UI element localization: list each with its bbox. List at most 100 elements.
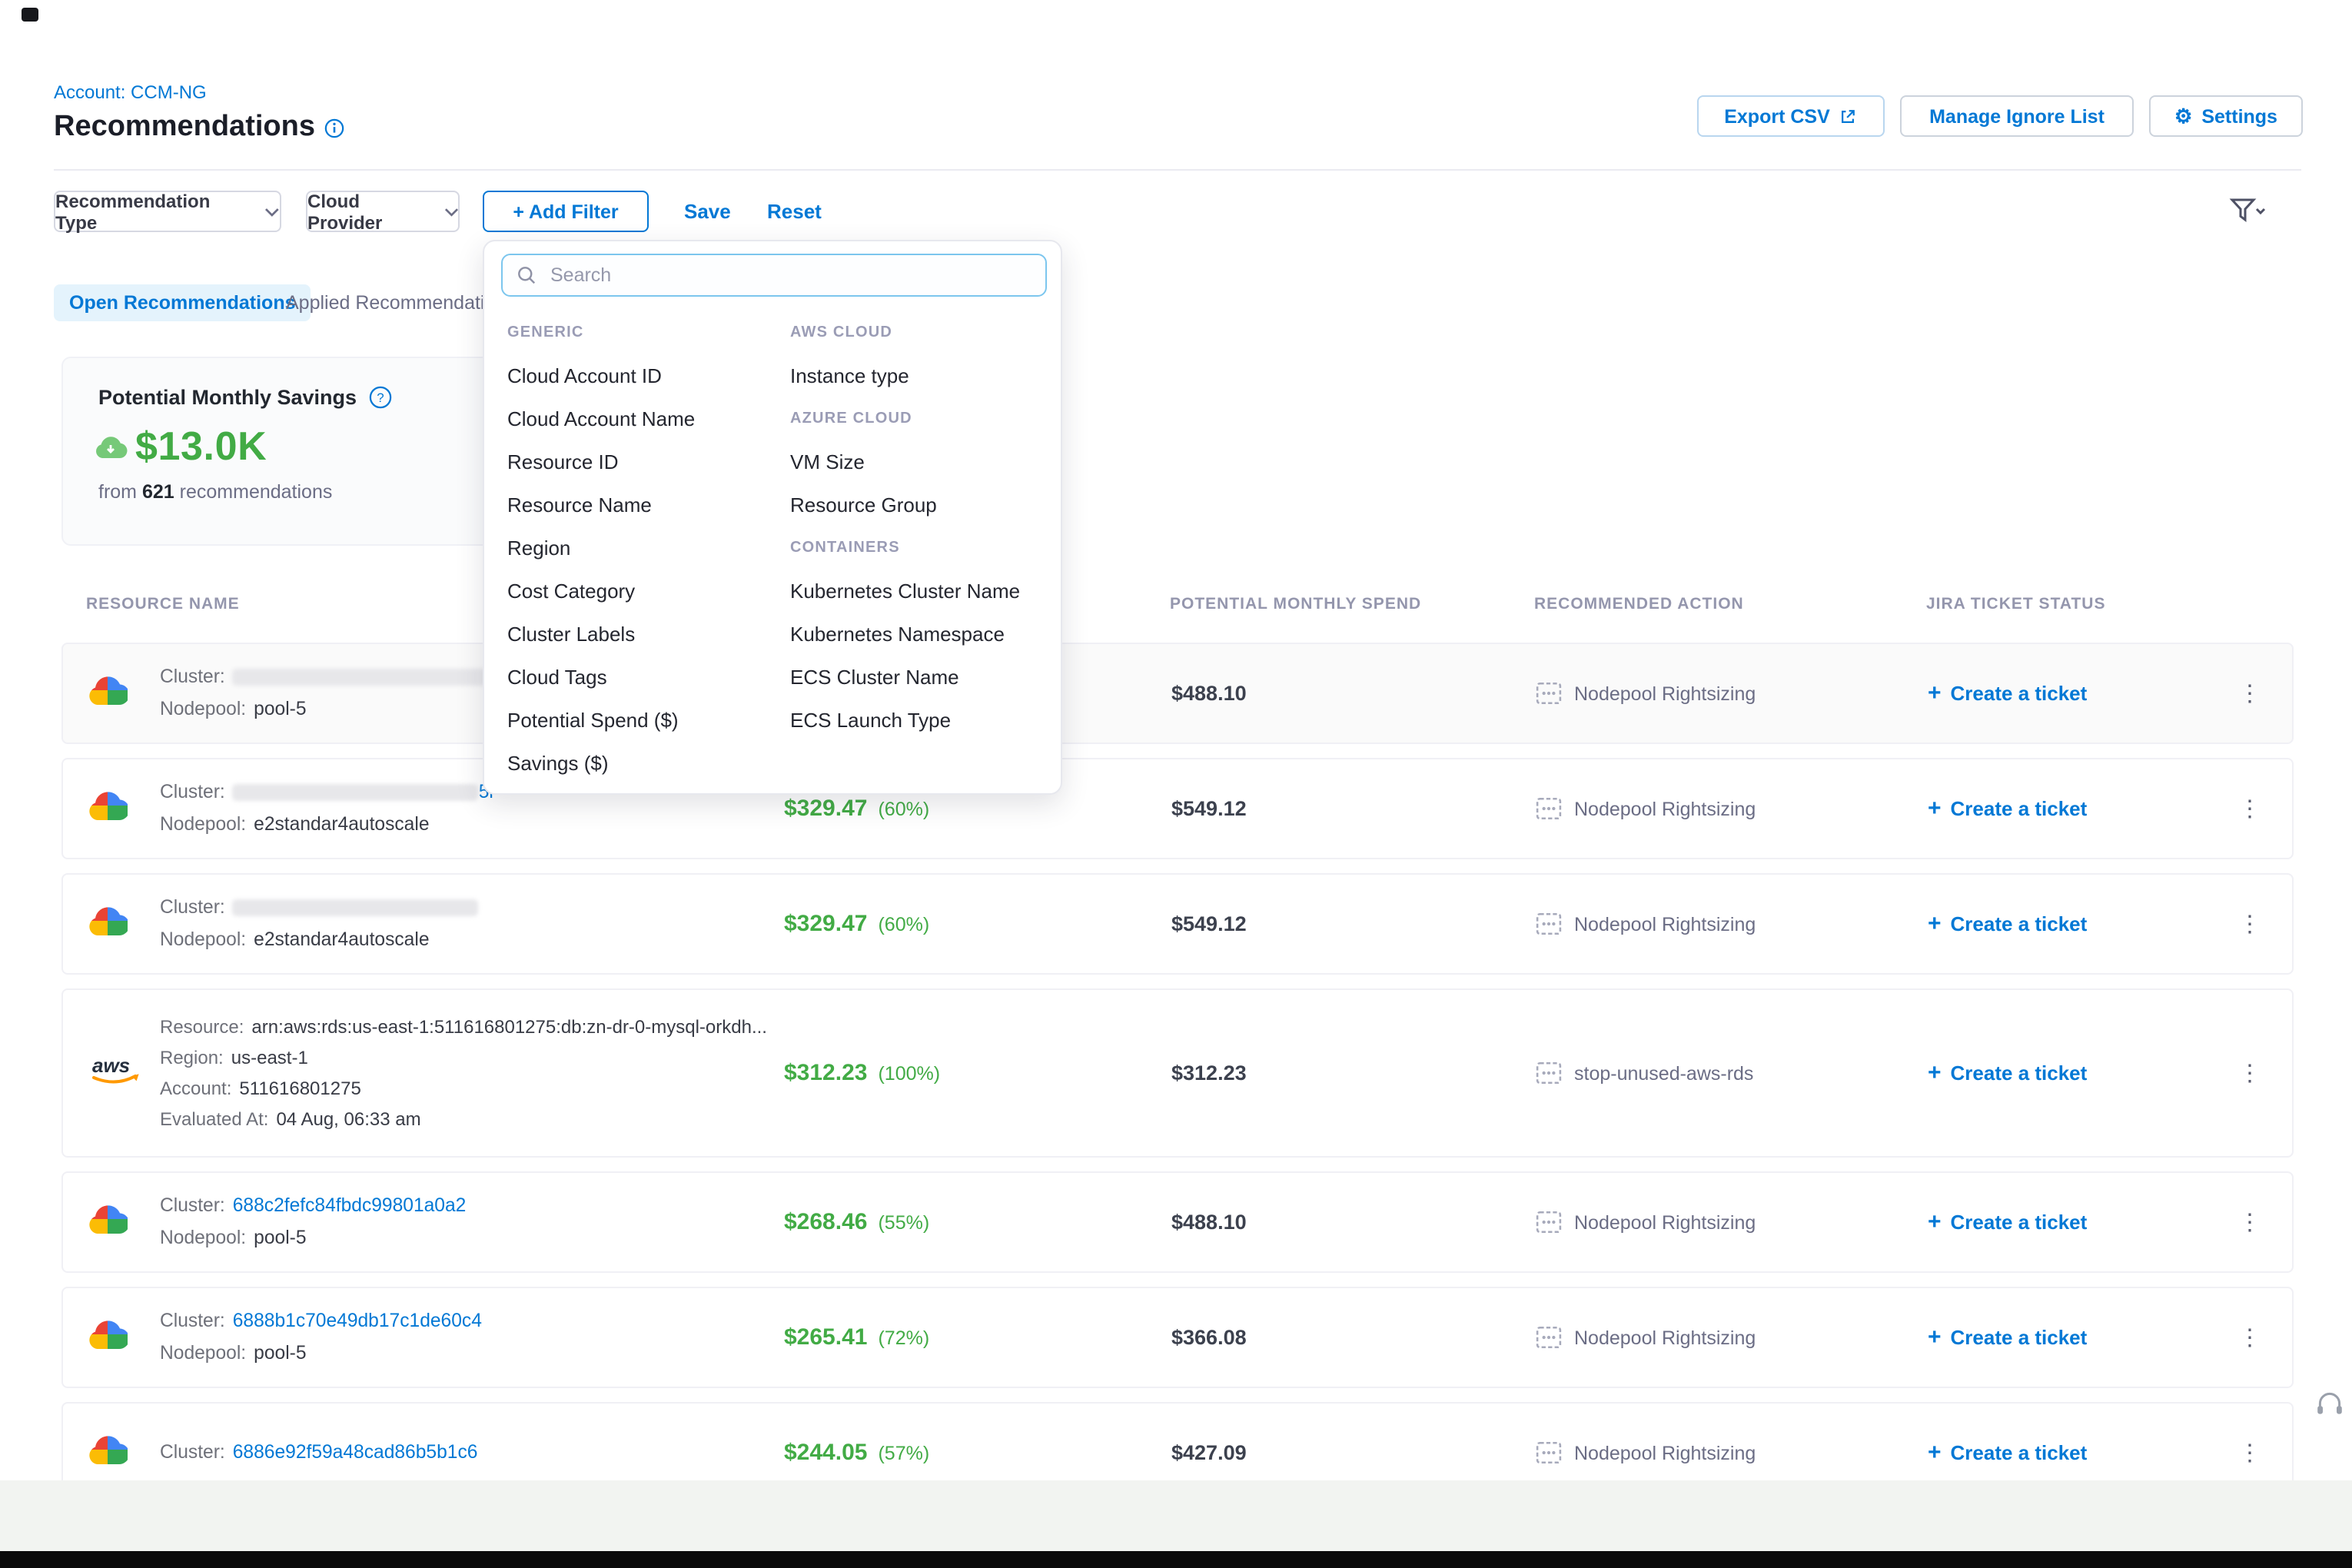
recommended-action-cell: Nodepool Rightsizing <box>1536 797 1756 820</box>
column-jira-ticket-status: JIRA TICKET STATUS <box>1926 595 2105 613</box>
kebab-menu-icon[interactable]: ⋮ <box>2238 910 2261 938</box>
filter-option[interactable]: VM Size <box>790 441 1055 484</box>
filter-option[interactable]: Kubernetes Cluster Name <box>790 570 1055 613</box>
bottom-bar <box>0 1551 2352 1568</box>
gear-icon: ⚙ <box>2174 106 2192 126</box>
filter-option[interactable]: Resource ID <box>507 441 781 484</box>
kebab-menu-icon[interactable]: ⋮ <box>2238 795 2261 822</box>
create-ticket-button[interactable]: + Create a ticket <box>1928 1209 2087 1235</box>
table-row[interactable]: Cluster:688c2fefc84fbdc99801a0a2 Nodepoo… <box>61 1171 2294 1273</box>
filter-group-cloud: AWS CLOUD Instance type AZURE CLOUD VM S… <box>790 312 1055 742</box>
filter-option[interactable]: Resource Name <box>507 484 781 527</box>
tab-applied-recommendations[interactable]: Applied Recommendations <box>286 292 516 314</box>
question-icon[interactable]: ? <box>369 386 392 409</box>
external-link-icon <box>1839 107 1858 125</box>
table-row[interactable]: Cluster:6886e92f59a48cad86b5b1c6 $244.05… <box>61 1402 2294 1480</box>
export-csv-label: Export CSV <box>1724 105 1830 127</box>
table-row[interactable]: Cluster: Nodepool:pool-5 $488.10 Nodepoo… <box>61 643 2294 744</box>
filter-search-box[interactable] <box>501 254 1047 297</box>
filter-option[interactable]: Region <box>507 527 781 570</box>
filter-option[interactable]: Potential Spend ($) <box>507 699 781 742</box>
create-ticket-button[interactable]: + Create a ticket <box>1928 911 2087 937</box>
gcp-icon <box>88 789 128 829</box>
create-ticket-button[interactable]: + Create a ticket <box>1928 1060 2087 1086</box>
filter-section-header: CONTAINERS <box>790 527 1055 570</box>
export-csv-button[interactable]: Export CSV <box>1697 95 1885 137</box>
svg-text:?: ? <box>377 390 384 405</box>
action-icon <box>1536 912 1562 935</box>
recommendation-type-label: Recommendation Type <box>55 190 254 233</box>
savings-cell: $244.05(57%) <box>784 1440 929 1466</box>
cluster-link[interactable]: 688c2fefc84fbdc99801a0a2 <box>233 1194 467 1216</box>
kebab-menu-icon[interactable]: ⋮ <box>2238 1059 2261 1087</box>
create-ticket-button[interactable]: + Create a ticket <box>1928 1324 2087 1350</box>
redacted-value <box>233 900 479 917</box>
spend-cell: $366.08 <box>1171 1326 1247 1349</box>
screen-corner-artifact <box>22 8 38 22</box>
aws-icon <box>88 1051 143 1095</box>
kebab-menu-icon[interactable]: ⋮ <box>2238 1208 2261 1236</box>
plus-icon: + <box>1928 796 1942 822</box>
cluster-link[interactable]: 6888b1c70e49db17c1de60c4 <box>233 1310 482 1331</box>
tab-open-recommendations[interactable]: Open Recommendations <box>54 284 311 321</box>
spend-cell: $488.10 <box>1171 1211 1247 1234</box>
reset-filter-button[interactable]: Reset <box>767 200 822 223</box>
filter-option[interactable]: Cloud Account ID <box>507 355 781 398</box>
recommendation-count: 621 <box>142 481 174 503</box>
kebab-menu-icon[interactable]: ⋮ <box>2238 679 2261 707</box>
filter-option[interactable]: ECS Cluster Name <box>790 656 1055 699</box>
settings-button[interactable]: ⚙ Settings <box>2149 95 2303 137</box>
page-header: Recommendations <box>54 111 344 145</box>
redacted-value <box>233 785 479 802</box>
recommended-action-cell: Nodepool Rightsizing <box>1536 1441 1756 1464</box>
table-row[interactable]: Cluster:5i Nodepool:e2standar4autoscale … <box>61 758 2294 859</box>
savings-cell: $329.47(60%) <box>784 796 929 822</box>
filter-option[interactable]: Instance type <box>790 355 1055 398</box>
gcp-icon <box>88 1202 128 1242</box>
header-divider <box>54 169 2301 171</box>
filter-section-header: AWS CLOUD <box>790 312 1055 355</box>
spend-cell: $549.12 <box>1171 797 1247 820</box>
plus-icon: + <box>1928 1440 1942 1466</box>
recommendation-type-filter[interactable]: Recommendation Type <box>54 191 281 232</box>
footer-strip <box>0 1480 2352 1551</box>
save-filter-button[interactable]: Save <box>684 200 731 223</box>
create-ticket-button[interactable]: + Create a ticket <box>1928 796 2087 822</box>
table-row[interactable]: Cluster:6888b1c70e49db17c1de60c4 Nodepoo… <box>61 1287 2294 1388</box>
account-breadcrumb[interactable]: Account: CCM-NG <box>54 81 207 103</box>
filter-group-generic: GENERIC Cloud Account ID Cloud Account N… <box>507 312 781 786</box>
cluster-link[interactable]: 6886e92f59a48cad86b5b1c6 <box>233 1441 478 1463</box>
filter-search-input[interactable] <box>547 263 1031 287</box>
filter-option[interactable]: Cluster Labels <box>507 613 781 656</box>
create-ticket-button[interactable]: + Create a ticket <box>1928 1440 2087 1466</box>
filter-funnel-icon[interactable] <box>2229 197 2266 224</box>
recommended-action-cell: Nodepool Rightsizing <box>1536 1326 1756 1349</box>
add-filter-button[interactable]: + Add Filter <box>483 191 649 232</box>
table-row[interactable]: Resource:arn:aws:rds:us-east-1:511616801… <box>61 988 2294 1158</box>
savings-cell: $312.23(100%) <box>784 1060 940 1086</box>
info-icon[interactable] <box>324 118 344 138</box>
column-potential-monthly-spend: POTENTIAL MONTHLY SPEND <box>1170 595 1421 613</box>
gcp-icon <box>88 673 128 713</box>
savings-card-title: Potential Monthly Savings <box>98 386 357 409</box>
support-headset-icon[interactable] <box>2315 1391 2344 1417</box>
cloud-provider-filter[interactable]: Cloud Provider <box>306 191 460 232</box>
filter-option[interactable]: Kubernetes Namespace <box>790 613 1055 656</box>
kebab-menu-icon[interactable]: ⋮ <box>2238 1324 2261 1351</box>
filter-option[interactable]: Savings ($) <box>507 742 781 786</box>
kebab-menu-icon[interactable]: ⋮ <box>2238 1439 2261 1467</box>
table-row[interactable]: Cluster: Nodepool:e2standar4autoscale $3… <box>61 873 2294 975</box>
filter-option[interactable]: Cloud Account Name <box>507 398 781 441</box>
spend-cell: $427.09 <box>1171 1441 1247 1464</box>
column-resource-name: RESOURCE NAME <box>86 595 240 613</box>
filter-option[interactable]: Cloud Tags <box>507 656 781 699</box>
filter-section-header: GENERIC <box>507 312 781 355</box>
manage-ignore-list-button[interactable]: Manage Ignore List <box>1900 95 2134 137</box>
create-ticket-button[interactable]: + Create a ticket <box>1928 680 2087 706</box>
filter-option[interactable]: Cost Category <box>507 570 781 613</box>
action-icon <box>1536 1211 1562 1234</box>
plus-icon: + <box>1928 680 1942 706</box>
filter-option[interactable]: Resource Group <box>790 484 1055 527</box>
filter-option[interactable]: ECS Launch Type <box>790 699 1055 742</box>
cloud-provider-label: Cloud Provider <box>307 190 433 233</box>
